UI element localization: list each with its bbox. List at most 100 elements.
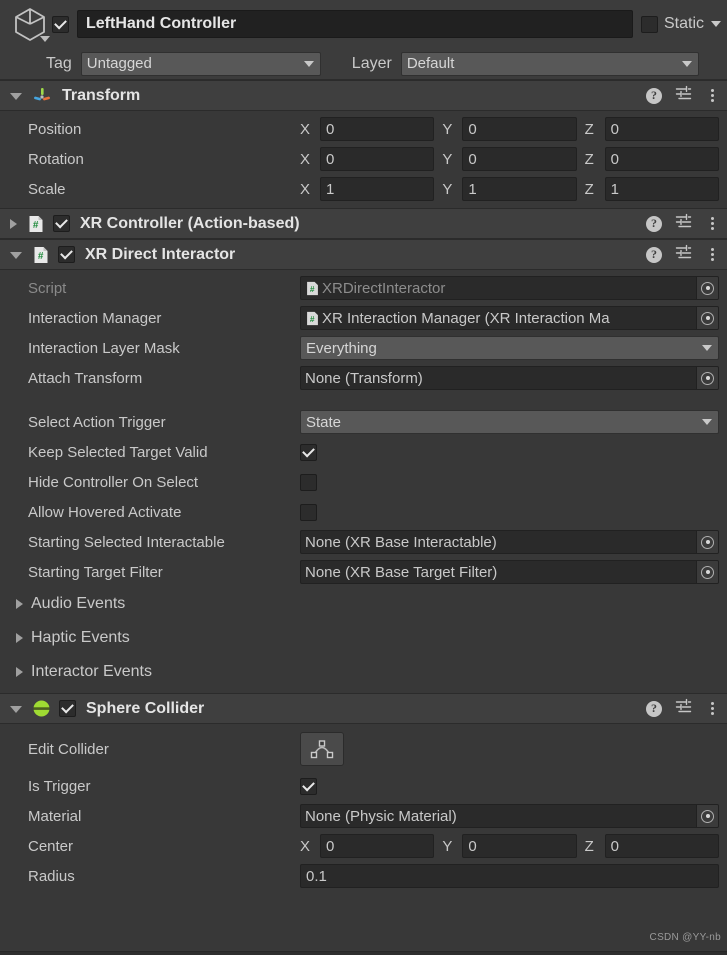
vector3-z-input[interactable]: 0 <box>604 147 719 171</box>
property-row-haptic-events[interactable]: Haptic Events <box>0 621 719 655</box>
vector3-x-input[interactable]: 0 <box>320 117 435 141</box>
svg-text:#: # <box>310 283 315 293</box>
component-foldout-arrow-icon[interactable] <box>10 218 17 229</box>
object-field-value: XR Interaction Manager (XR Interaction M… <box>322 309 610 327</box>
preset-icon <box>675 85 692 100</box>
axis-z-label: Z <box>584 120 594 138</box>
object-picker-button[interactable] <box>696 561 718 583</box>
object-field[interactable]: None (Physic Material) <box>300 804 719 828</box>
toggle-checkbox[interactable] <box>300 503 317 521</box>
component-header-transform[interactable]: Transform ? <box>0 80 727 111</box>
component-enabled-checkbox[interactable] <box>59 700 76 717</box>
components-container: Transform ? Position X 0 Y 0 Z 0 Rotatio… <box>0 80 727 895</box>
object-picker-button[interactable] <box>696 531 718 553</box>
csharp-script-icon: # <box>307 281 318 295</box>
component-foldout-arrow-icon[interactable] <box>10 706 22 713</box>
dropdown-control[interactable]: Everything <box>300 336 719 360</box>
component-body-sphere-collider: Edit Collider Is Trigger Material None (… <box>0 724 727 895</box>
toggle-checkbox[interactable] <box>300 473 317 491</box>
sphere-collider-icon <box>32 699 51 718</box>
vector3-x-input[interactable]: 0 <box>320 834 435 858</box>
help-icon[interactable]: ? <box>646 87 662 104</box>
object-field[interactable]: None (XR Base Interactable) <box>300 530 719 554</box>
preset-icon[interactable] <box>675 698 692 719</box>
gameobject-name-input[interactable]: LeftHand Controller <box>77 10 633 38</box>
object-field[interactable]: None (Transform) <box>300 366 719 390</box>
object-picker-button[interactable] <box>696 805 718 827</box>
object-field[interactable]: # XRDirectInteractor <box>300 276 719 300</box>
property-row-audio-events[interactable]: Audio Events <box>0 587 719 621</box>
row-spacer <box>0 393 719 407</box>
object-field[interactable]: # XR Interaction Manager (XR Interaction… <box>300 306 719 330</box>
object-picker-icon <box>701 371 714 385</box>
object-field[interactable]: None (XR Base Target Filter) <box>300 560 719 584</box>
edit-collider-icon <box>310 740 334 759</box>
svg-text:#: # <box>38 251 44 262</box>
more-menu-icon[interactable] <box>705 248 719 261</box>
vector3-x-input[interactable]: 0 <box>320 147 435 171</box>
gameobject-active-checkbox[interactable] <box>52 15 69 33</box>
help-icon[interactable]: ? <box>646 215 662 232</box>
text-input[interactable]: 0.1 <box>300 864 719 888</box>
preset-icon <box>675 213 692 228</box>
more-menu-icon[interactable] <box>705 217 719 230</box>
vector3-z-input[interactable]: 1 <box>604 177 719 201</box>
sphere-collider-icon <box>33 700 50 717</box>
component-enabled-checkbox[interactable] <box>53 215 70 232</box>
help-icon[interactable]: ? <box>646 700 662 717</box>
property-row-interactor-events[interactable]: Interactor Events <box>0 655 719 689</box>
more-menu-icon[interactable] <box>705 89 719 102</box>
component-enabled-checkbox[interactable] <box>58 246 75 263</box>
toggle-checkbox[interactable] <box>300 777 317 795</box>
object-picker-button[interactable] <box>696 307 718 329</box>
cube-icon[interactable] <box>8 2 52 46</box>
object-field-value: XRDirectInteractor <box>322 279 446 297</box>
object-picker-button[interactable] <box>696 277 718 299</box>
tag-dropdown[interactable]: Untagged <box>80 51 321 76</box>
chevron-down-icon <box>702 345 712 351</box>
static-dropdown-caret-icon[interactable] <box>711 21 721 27</box>
property-label: Edit Collider <box>28 740 109 758</box>
more-menu-icon[interactable] <box>705 702 719 715</box>
vector3-z-input[interactable]: 0 <box>604 834 719 858</box>
vector3-y-input[interactable]: 0 <box>462 834 577 858</box>
svg-text:#: # <box>33 220 39 231</box>
toggle-checkbox[interactable] <box>300 443 317 461</box>
preset-icon[interactable] <box>675 85 692 106</box>
component-foldout-arrow-icon[interactable] <box>10 93 22 100</box>
tag-layer-bar: Tag Untagged Layer Default <box>0 48 727 80</box>
property-row-is-trigger: Is Trigger <box>0 771 719 801</box>
vector3-x-input[interactable]: 1 <box>320 177 435 201</box>
axis-z-label: Z <box>584 150 594 168</box>
vector3-z-input[interactable]: 0 <box>604 117 719 141</box>
component-foldout-arrow-icon[interactable] <box>10 252 22 259</box>
csharp-script-icon: # <box>34 246 48 263</box>
static-checkbox[interactable] <box>640 15 658 33</box>
watermark: CSDN @YY-nb <box>649 932 721 943</box>
vector3-control: X 1 Y 1 Z 1 <box>300 177 719 201</box>
property-row-rotation: Rotation X 0 Y 0 Z 0 <box>0 144 719 174</box>
axis-x-label: X <box>300 180 311 198</box>
vector3-y-input[interactable]: 0 <box>462 117 577 141</box>
help-icon[interactable]: ? <box>646 246 662 263</box>
object-field-value: None (Physic Material) <box>305 807 457 825</box>
dropdown-value: State <box>306 413 342 431</box>
preset-icon[interactable] <box>675 244 692 265</box>
edit-collider-button[interactable] <box>300 732 344 766</box>
vector3-y-input[interactable]: 0 <box>462 147 577 171</box>
foldout-arrow-icon <box>16 633 23 643</box>
dropdown-control[interactable]: State <box>300 410 719 434</box>
foldout-arrow-icon <box>16 599 23 609</box>
property-row-starting-target-filter: Starting Target Filter None (XR Base Tar… <box>0 557 719 587</box>
dropdown-value: Everything <box>306 339 377 357</box>
layer-label: Layer <box>351 54 392 72</box>
object-picker-button[interactable] <box>696 367 718 389</box>
layer-dropdown[interactable]: Default <box>400 51 699 76</box>
property-label: Radius <box>28 867 75 885</box>
csharp-script-icon: # <box>27 215 45 233</box>
preset-icon[interactable] <box>675 213 692 234</box>
component-header-xr-direct-interactor[interactable]: # XR Direct Interactor ? <box>0 239 727 270</box>
component-header-sphere-collider[interactable]: Sphere Collider ? <box>0 693 727 724</box>
vector3-y-input[interactable]: 1 <box>462 177 577 201</box>
component-header-xr-controller-action-based[interactable]: # XR Controller (Action-based) ? <box>0 208 727 239</box>
